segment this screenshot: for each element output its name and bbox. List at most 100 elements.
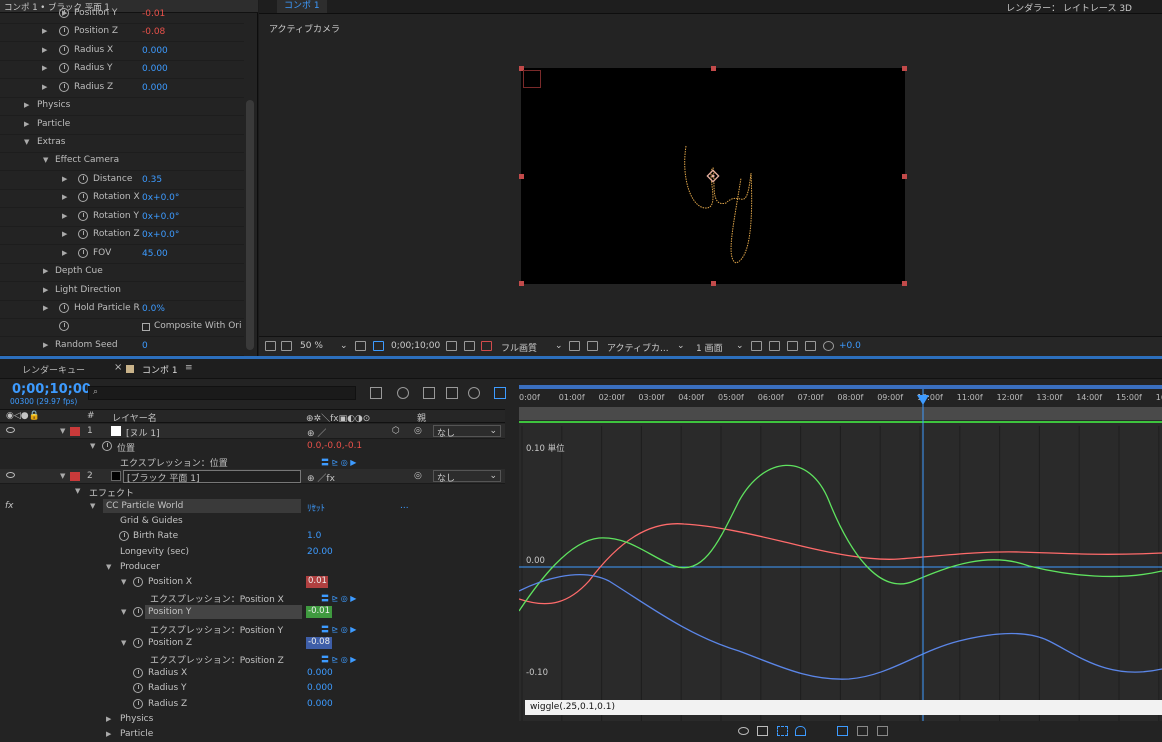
stopwatch-icon[interactable] (59, 82, 69, 92)
parent-dropdown[interactable]: なし ⌄ (433, 470, 501, 484)
effect-row-value[interactable]: 0x+0.0° (142, 193, 179, 203)
chevron-down-icon[interactable]: ▼ (60, 427, 65, 435)
chevron-down-icon[interactable]: ▼ (75, 487, 80, 495)
chevron-right-icon[interactable]: ▶ (106, 730, 111, 738)
edit-keyframe-icon[interactable] (877, 726, 888, 736)
zoom-select[interactable]: 50 % (300, 341, 323, 351)
effect-row-value[interactable]: 0.000 (142, 83, 168, 93)
chevron-right-icon[interactable]: ▶ (24, 101, 29, 109)
chevron-down-icon[interactable]: ⌄ (340, 341, 348, 351)
stopwatch-icon[interactable] (133, 607, 143, 617)
chevron-right-icon[interactable]: ▶ (24, 120, 29, 128)
chevron-down-icon[interactable]: ⌄ (736, 341, 744, 351)
stopwatch-icon[interactable] (78, 174, 88, 184)
effect-row-value[interactable]: 0x+0.0° (142, 230, 179, 240)
chevron-right-icon[interactable]: ▶ (42, 83, 47, 91)
layer-search-input[interactable]: ⌕ (88, 386, 356, 400)
stopwatch-icon[interactable] (59, 321, 69, 331)
chevron-down-icon[interactable]: ⌄ (677, 341, 685, 351)
radius-x-value[interactable]: 0.000 (307, 668, 333, 678)
fit-all-icon[interactable] (857, 726, 868, 736)
chevron-right-icon[interactable]: ▶ (42, 27, 47, 35)
rgb-icon[interactable] (481, 341, 492, 351)
flowchart-icon[interactable] (805, 341, 816, 351)
effect-row-value[interactable]: 45.00 (142, 249, 168, 259)
stopwatch-icon[interactable] (133, 577, 143, 587)
position-y-value[interactable]: -0.01 (306, 606, 332, 618)
effect-row-hold-particle-r[interactable]: ▶ Hold Particle R 0.0% (0, 301, 244, 320)
fx-icon[interactable]: fx (5, 501, 14, 511)
transparency-grid-icon[interactable] (373, 341, 384, 351)
chevron-down-icon[interactable]: ▼ (60, 472, 65, 480)
effect-controls-scrollbar[interactable] (246, 100, 254, 350)
viewer-timecode[interactable]: 0;00;10;00 (391, 341, 440, 351)
birth-rate-value[interactable]: 1.0 (307, 531, 321, 541)
stopwatch-icon[interactable] (78, 248, 88, 258)
composition-canvas[interactable] (519, 66, 907, 286)
exposure-reset-icon[interactable] (823, 341, 834, 351)
effect-row-rotation-y[interactable]: ▶ Rotation Y 0x+0.0° (0, 209, 244, 228)
snapshot-icon[interactable] (265, 341, 276, 351)
graph-type-icon[interactable] (757, 726, 768, 736)
camera-select[interactable]: アクティブカ... (607, 341, 669, 354)
graph-editor-icon[interactable] (494, 387, 506, 399)
stopwatch-icon[interactable] (59, 303, 69, 313)
effect-row-value[interactable]: -0.08 (142, 27, 165, 37)
renderer-label[interactable]: レンダラー： レイトレース 3D (1006, 1, 1132, 14)
stopwatch-icon[interactable] (78, 229, 88, 239)
effect-row-radius-z[interactable]: ▶ Radius Z 0.000 (0, 80, 244, 99)
effect-row-composite-with-ori[interactable]: Composite With Ori (0, 319, 244, 338)
stopwatch-icon[interactable] (133, 668, 143, 678)
property-row[interactable]: Longevity (sec) 20.00 (0, 545, 505, 560)
chevron-right-icon[interactable]: ▶ (42, 46, 47, 54)
effect-row-random-seed[interactable]: ▶ Random Seed 0 (0, 338, 244, 357)
longevity-value[interactable]: 20.00 (307, 547, 333, 557)
property-row[interactable]: Radius Z 0.000 (0, 697, 505, 712)
property-row[interactable]: ▼ Position Y -0.01 (0, 605, 505, 620)
expression-controls-icon[interactable]: 〓 ⊵ ◎ ▶ (321, 624, 356, 635)
chevron-down-icon[interactable]: ⌄ (555, 341, 563, 351)
property-row[interactable]: ▶ Physics (0, 712, 505, 727)
chevron-right-icon[interactable]: ▶ (62, 212, 67, 220)
more-options-link[interactable]: ... (400, 501, 409, 511)
effect-name[interactable]: CC Particle World (106, 501, 183, 511)
timeline-icon[interactable] (787, 341, 798, 351)
effect-row-value[interactable]: 0.000 (142, 64, 168, 74)
expression-controls-icon[interactable]: 〓 ⊵ ◎ ▶ (321, 654, 356, 665)
composition-mini-flowchart-icon[interactable] (370, 387, 382, 399)
stopwatch-icon[interactable] (102, 441, 112, 451)
stopwatch-icon[interactable] (133, 638, 143, 648)
fit-selection-icon[interactable] (837, 726, 848, 736)
quality-select[interactable]: フル画質 (501, 341, 537, 354)
label-color-swatch[interactable] (70, 427, 80, 436)
property-row[interactable]: Radius X 0.000 (0, 666, 505, 681)
expression-controls-icon[interactable]: 〓 ⊵ ◎ ▶ (321, 457, 356, 468)
roi-icon[interactable] (569, 341, 580, 351)
eye-icon[interactable] (738, 727, 749, 735)
views-select[interactable]: 1 画面 (696, 341, 723, 354)
snap-icon[interactable] (795, 726, 806, 736)
stopwatch-icon[interactable] (59, 26, 69, 36)
transform-box-icon[interactable] (777, 726, 788, 736)
chevron-down-icon[interactable]: ▼ (90, 442, 95, 450)
monitor-icon[interactable] (281, 341, 292, 351)
effect-row-value[interactable]: 0 (142, 341, 148, 351)
radius-z-value[interactable]: 0.000 (307, 699, 333, 709)
layer-row[interactable]: ▼ 2 [ブラック 平面 1] ⊕ ／fx ◎ なし ⌄ (0, 469, 505, 485)
property-row[interactable]: ▼ Producer (0, 560, 505, 575)
effect-row-particle[interactable]: ▶ Particle (0, 117, 244, 136)
menu-icon[interactable]: ≡ (185, 363, 193, 373)
composite-checkbox[interactable] (142, 323, 150, 331)
chevron-right-icon[interactable]: ▶ (42, 64, 47, 72)
expression-controls-icon[interactable]: 〓 ⊵ ◎ ▶ (321, 593, 356, 604)
shy-icon[interactable] (423, 387, 435, 399)
expression-field[interactable]: wiggle(.25,0.1,0.1) (525, 700, 1162, 715)
grid-icon[interactable] (587, 341, 598, 351)
stopwatch-icon[interactable] (133, 683, 143, 693)
stopwatch-icon[interactable] (78, 192, 88, 202)
layer-name[interactable]: [ブラック 平面 1] (123, 470, 301, 484)
effect-row-value[interactable]: 0.35 (142, 175, 162, 185)
effect-row-position-y[interactable]: ▶ Position Y -0.01 (0, 6, 244, 25)
property-row[interactable]: ▶ Particle (0, 727, 505, 742)
tab-comp-1-timeline[interactable]: コンポ 1 (142, 363, 178, 376)
